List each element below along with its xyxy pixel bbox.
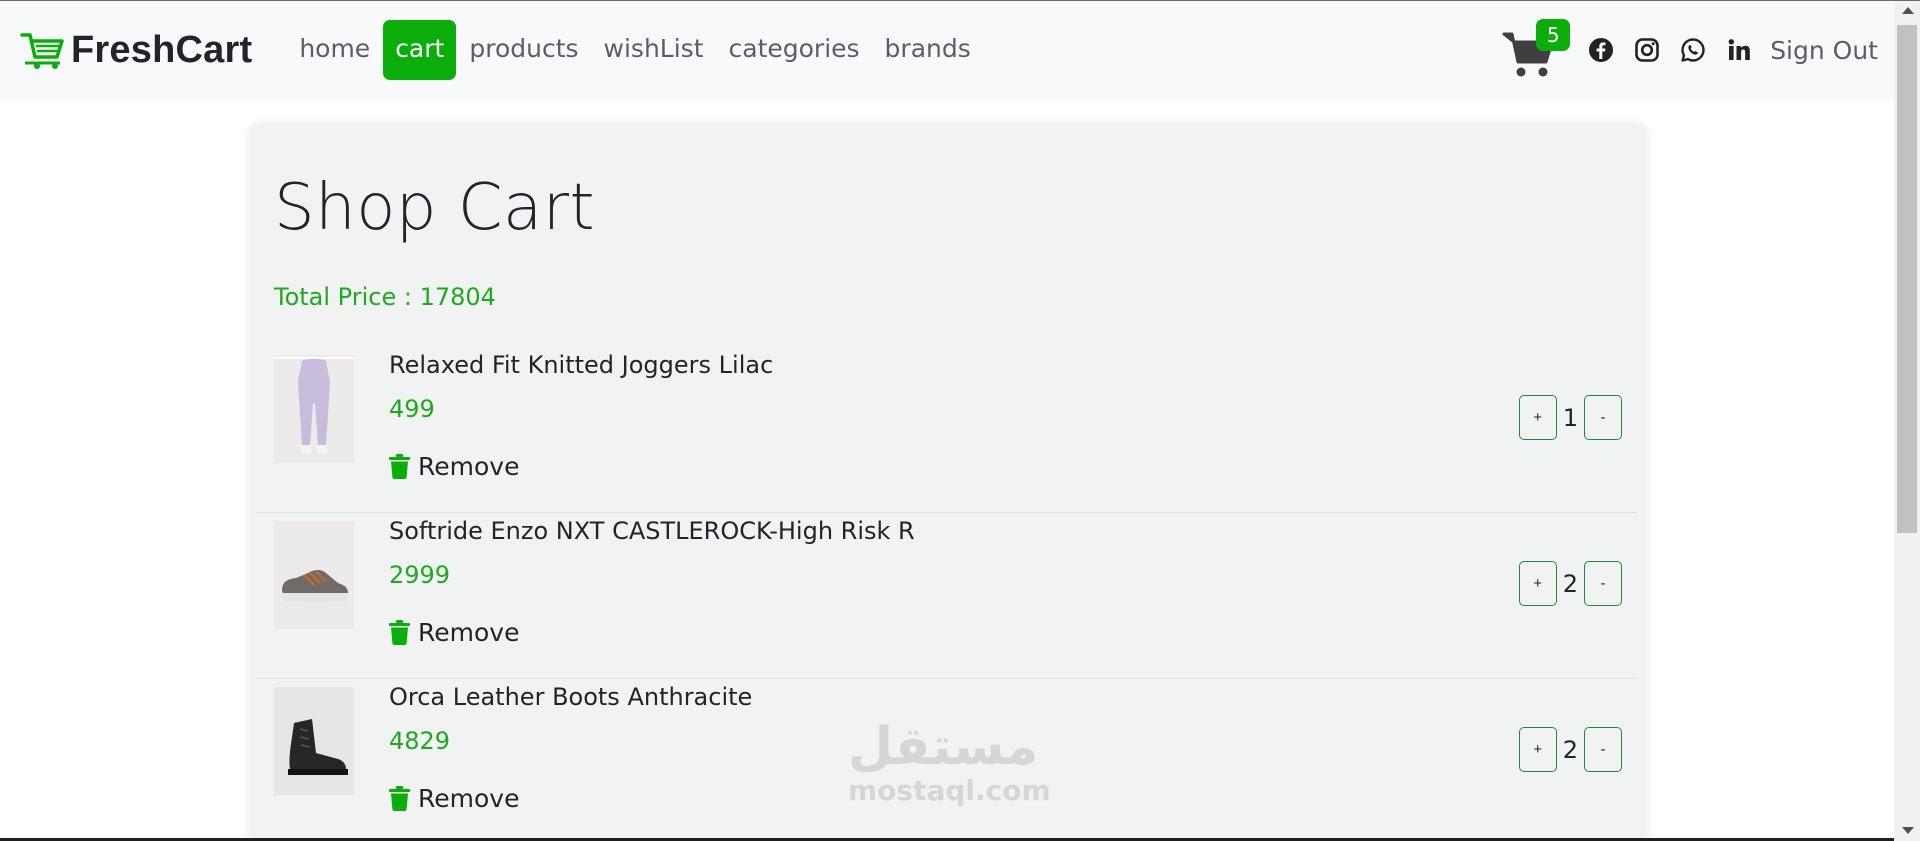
shopping-cart-logo-icon	[20, 33, 64, 69]
quantity-stepper: + 1 -	[1518, 395, 1622, 440]
boot-product-image	[274, 687, 354, 795]
cart-count-badge: 5	[1536, 19, 1571, 51]
facebook-link[interactable]	[1588, 37, 1614, 63]
remove-button[interactable]: Remove	[389, 784, 519, 813]
whatsapp-icon	[1681, 38, 1705, 62]
quantity-value: 2	[1562, 569, 1578, 598]
increase-quantity-button[interactable]: +	[1518, 395, 1557, 440]
facebook-icon	[1589, 38, 1614, 62]
remove-label: Remove	[418, 618, 520, 647]
watermark-arabic: مستقل	[848, 717, 1039, 777]
decrease-quantity-button[interactable]: -	[1584, 561, 1622, 606]
navbar: FreshCart home cart products wishList ca…	[0, 1, 1894, 99]
remove-button[interactable]: Remove	[389, 618, 519, 647]
watermark: مستقل mostaql.com	[848, 717, 1051, 807]
product-title: Relaxed Fit Knitted Joggers Lilac	[389, 351, 774, 379]
product-price: 499	[389, 395, 435, 423]
cart-item: Relaxed Fit Knitted Joggers Lilac 499 Re…	[256, 347, 1638, 513]
quantity-value: 1	[1562, 403, 1578, 432]
nav-links: home cart products wishList categories b…	[287, 20, 983, 80]
remove-label: Remove	[418, 784, 520, 813]
quantity-value: 2	[1562, 735, 1578, 764]
scroll-up-arrow-icon[interactable]	[1902, 7, 1914, 14]
product-title: Softride Enzo NXT CASTLEROCK-High Risk R	[389, 517, 915, 545]
cart-item: Softride Enzo NXT CASTLEROCK-High Risk R…	[256, 513, 1638, 679]
sign-out-link[interactable]: Sign Out	[1770, 36, 1878, 65]
nav-link-brands[interactable]: brands	[873, 20, 983, 80]
decrease-quantity-button[interactable]: -	[1584, 727, 1622, 772]
remove-button[interactable]: Remove	[389, 452, 519, 481]
brand-name: FreshCart	[71, 28, 253, 71]
quantity-stepper: + 2 -	[1518, 727, 1622, 772]
cart-button[interactable]: 5	[1502, 19, 1571, 78]
increase-quantity-button[interactable]: +	[1518, 727, 1557, 772]
product-image	[274, 687, 354, 795]
vertical-scrollbar[interactable]	[1894, 1, 1920, 841]
whatsapp-link[interactable]	[1680, 37, 1706, 63]
nav-link-products[interactable]: products	[457, 20, 590, 80]
linkedin-icon	[1728, 39, 1750, 60]
nav-link-categories[interactable]: categories	[717, 20, 872, 80]
trash-icon	[389, 620, 410, 645]
total-price: Total Price : 17804	[274, 283, 496, 311]
quantity-stepper: + 2 -	[1518, 561, 1622, 606]
nav-link-wishlist[interactable]: wishList	[592, 20, 716, 80]
sneaker-product-image	[274, 521, 354, 629]
watermark-latin: mostaql.com	[848, 774, 1051, 807]
nav-link-cart[interactable]: cart	[383, 20, 457, 80]
scroll-down-arrow-icon[interactable]	[1902, 827, 1914, 834]
page-title: Shop Cart	[274, 171, 596, 245]
product-image	[274, 355, 354, 463]
product-price: 2999	[389, 561, 451, 589]
trash-icon	[389, 454, 410, 479]
increase-quantity-button[interactable]: +	[1518, 561, 1557, 606]
trash-icon	[389, 786, 410, 811]
instagram-link[interactable]	[1634, 37, 1660, 63]
product-image	[274, 521, 354, 629]
product-price: 4829	[389, 727, 451, 755]
linkedin-link[interactable]	[1726, 37, 1752, 63]
nav-link-home[interactable]: home	[287, 20, 382, 80]
decrease-quantity-button[interactable]: -	[1584, 395, 1622, 440]
scrollbar-thumb[interactable]	[1897, 25, 1917, 533]
joggers-product-image	[274, 355, 354, 463]
product-title: Orca Leather Boots Anthracite	[389, 683, 753, 711]
nav-right: 5 Sign Out	[1502, 1, 1878, 99]
brand-logo[interactable]: FreshCart	[19, 29, 252, 72]
instagram-icon	[1635, 38, 1659, 62]
remove-label: Remove	[418, 452, 520, 481]
